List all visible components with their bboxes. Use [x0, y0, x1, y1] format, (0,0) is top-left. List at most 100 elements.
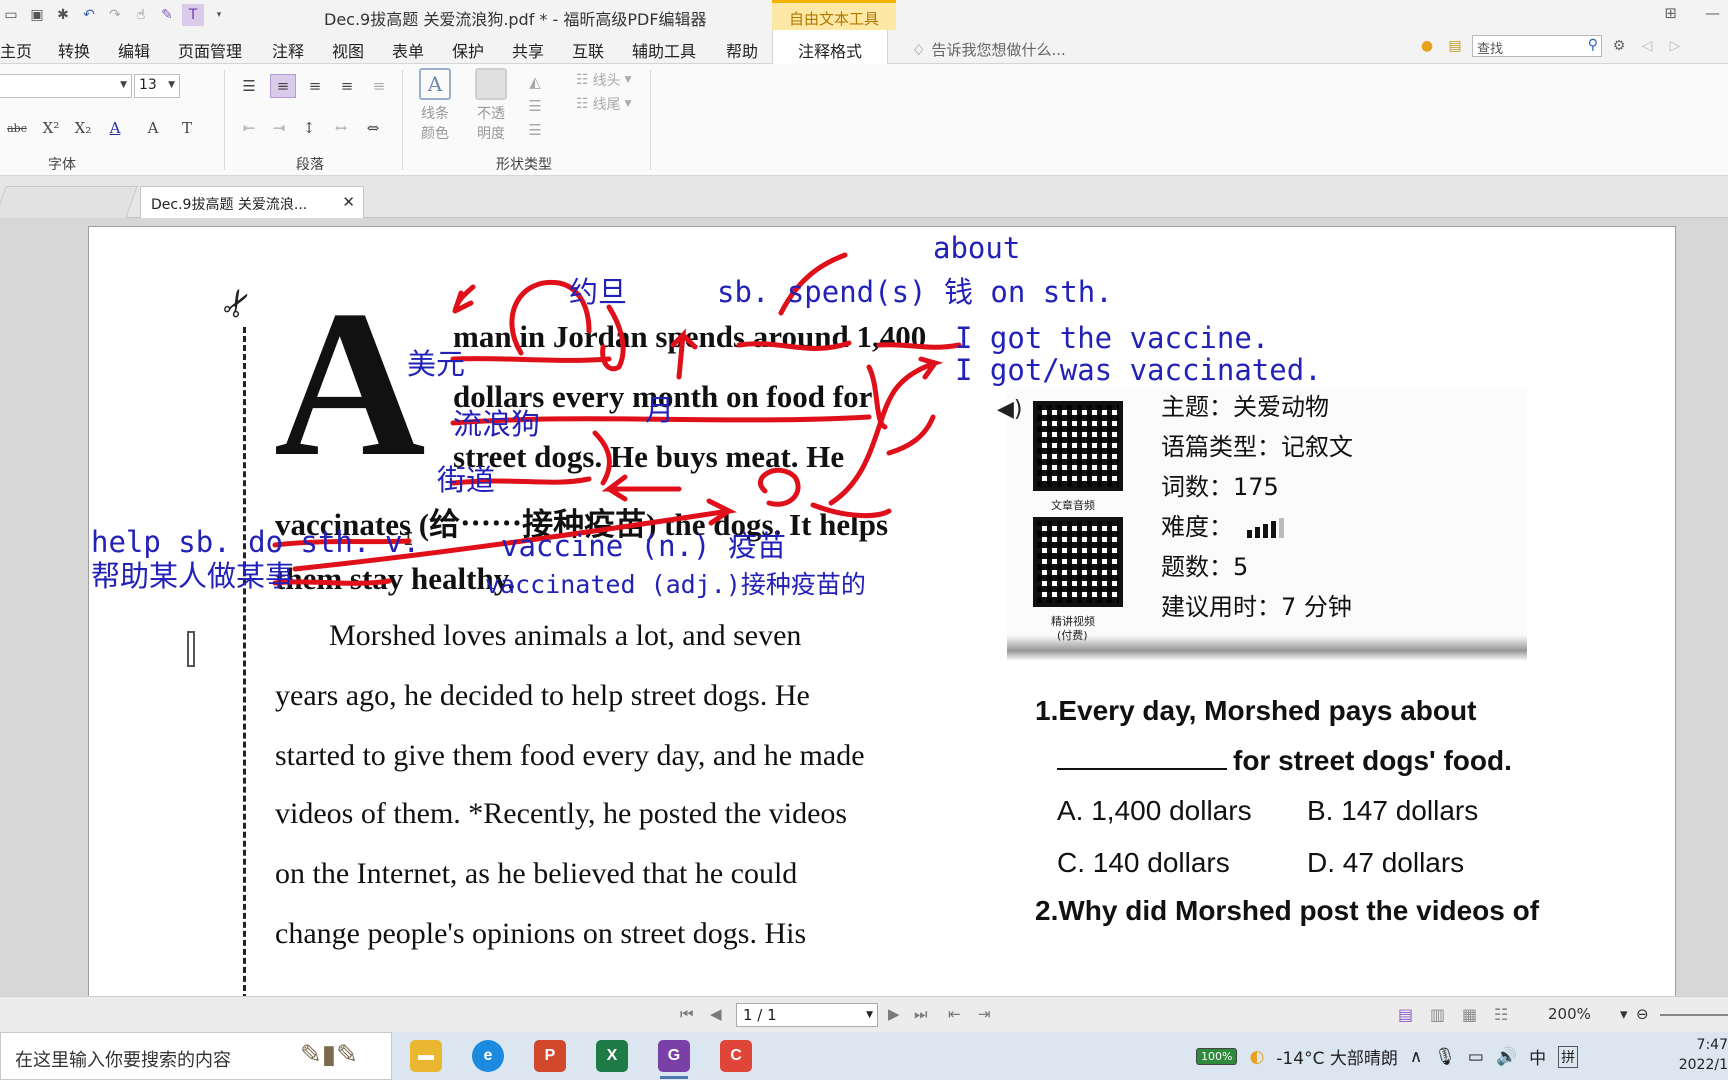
- next-view-icon[interactable]: ⇥: [978, 1005, 991, 1023]
- tab-blank[interactable]: [0, 186, 138, 218]
- strikethrough-icon[interactable]: abc: [4, 116, 30, 140]
- bullet-list-icon[interactable]: ☰: [236, 74, 262, 98]
- annotation-vaccine-noun[interactable]: vaccine (n.) 疫苗: [501, 523, 786, 565]
- annotation-help-meaning[interactable]: 帮助某人做某事: [91, 553, 294, 595]
- clear-format-icon[interactable]: T: [174, 116, 200, 140]
- battery-icon[interactable]: ▭: [1468, 1047, 1484, 1067]
- annotation-spend-pattern[interactable]: sb. spend(s) 钱 on sth.: [717, 269, 1113, 311]
- battery-indicator[interactable]: 100%: [1196, 1048, 1238, 1065]
- annotation-yuedan[interactable]: 约旦: [569, 269, 627, 311]
- forward-icon[interactable]: ▷: [1664, 35, 1686, 57]
- annotation-vaccine-sentence-2[interactable]: I got/was vaccinated.: [955, 353, 1322, 387]
- microphone-icon[interactable]: 🎙: [1434, 1047, 1456, 1067]
- search-input[interactable]: 查找 ⚲: [1472, 35, 1602, 57]
- hand-tool-icon[interactable]: ☝: [130, 4, 152, 26]
- menu-page-management[interactable]: 页面管理: [178, 38, 242, 62]
- zoom-level[interactable]: 200%: [1548, 1005, 1591, 1023]
- annotation-meiyuan[interactable]: 美元: [407, 341, 465, 383]
- new-icon[interactable]: ✱: [52, 4, 74, 26]
- facing-view-icon[interactable]: ▦: [1462, 1005, 1477, 1024]
- align-left-icon[interactable]: ≡: [270, 74, 296, 98]
- page-number-input[interactable]: 1 / 1 ▼: [736, 1003, 878, 1027]
- menu-form[interactable]: 表单: [392, 38, 424, 62]
- annotation-about[interactable]: about: [933, 231, 1020, 265]
- folder-search-icon[interactable]: ▤: [1444, 35, 1466, 57]
- powerpoint-icon[interactable]: P: [534, 1040, 566, 1072]
- volume-icon[interactable]: 🔊: [1496, 1047, 1517, 1067]
- line-style-icon[interactable]: ☰: [522, 118, 548, 142]
- chevron-up-icon[interactable]: ∧: [1410, 1047, 1422, 1067]
- tell-me-box[interactable]: ♢ 告诉我您想做什么...: [912, 39, 1066, 60]
- increase-indent-icon[interactable]: ⇥: [266, 116, 292, 140]
- character-spacing-icon[interactable]: ↔: [328, 116, 354, 140]
- line-end-select[interactable]: ☷ 线尾 ▼: [576, 94, 631, 114]
- annotation-yue[interactable]: 月: [645, 387, 674, 429]
- ime-mode[interactable]: 中: [1529, 1044, 1546, 1069]
- undo-icon[interactable]: ↶: [78, 4, 100, 26]
- font-family-select[interactable]: ▼: [0, 74, 132, 98]
- menu-convert[interactable]: 转换: [58, 38, 90, 62]
- justify-icon[interactable]: ≡: [366, 74, 392, 98]
- annotation-liulanggou[interactable]: 流浪狗: [453, 401, 540, 443]
- pencil-icon[interactable]: ✎: [156, 4, 178, 26]
- close-icon[interactable]: ✕: [342, 193, 355, 211]
- back-icon[interactable]: ◁: [1636, 35, 1658, 57]
- pdf-page[interactable]: ✂ I A man in Jordan spends around 1,400 …: [88, 226, 1676, 996]
- zoom-out-icon[interactable]: ⊖: [1636, 1005, 1649, 1023]
- align-right-icon[interactable]: ≡: [334, 74, 360, 98]
- ribbon-display-icon[interactable]: ⊞: [1664, 4, 1677, 22]
- annotation-vaccinated-adj[interactable]: vaccinated (adj.)接种疫苗的: [485, 565, 866, 601]
- minimize-icon[interactable]: —: [1705, 4, 1720, 22]
- excel-icon[interactable]: X: [596, 1040, 628, 1072]
- customize-qat-icon[interactable]: ▾: [208, 4, 230, 26]
- menu-share[interactable]: 共享: [512, 38, 544, 62]
- menu-home[interactable]: 主页: [0, 38, 32, 62]
- annotation-vaccine-sentence-1[interactable]: I got the vaccine.: [955, 321, 1269, 355]
- text-outline-icon[interactable]: A: [140, 116, 166, 140]
- annotation-jiedao[interactable]: 街道: [437, 457, 495, 499]
- subscript-icon[interactable]: X₂: [70, 116, 96, 140]
- edge-browser-icon[interactable]: e: [472, 1040, 504, 1072]
- document-viewport[interactable]: ✂ I A man in Jordan spends around 1,400 …: [0, 218, 1728, 996]
- menu-comment[interactable]: 注释: [272, 38, 304, 62]
- save-as-icon[interactable]: ▣: [26, 4, 48, 26]
- previous-view-icon[interactable]: ⇤: [948, 1005, 961, 1023]
- first-page-icon[interactable]: ⏮: [680, 1005, 694, 1023]
- fill-color-icon[interactable]: ◭: [522, 70, 548, 94]
- search-icon[interactable]: ⚲: [1588, 37, 1598, 53]
- align-center-icon[interactable]: ≡: [302, 74, 328, 98]
- font-size-select[interactable]: 13 ▼: [134, 74, 180, 98]
- opacity-button[interactable]: 不透 明度: [466, 68, 516, 144]
- menu-protect[interactable]: 保护: [452, 38, 484, 62]
- paragraph-spacing-icon[interactable]: ⇔: [360, 116, 386, 140]
- last-page-icon[interactable]: ⏭: [914, 1005, 928, 1023]
- menu-help[interactable]: 帮助: [726, 38, 758, 62]
- line-width-icon[interactable]: ☰: [522, 94, 548, 118]
- menu-edit[interactable]: 编辑: [118, 38, 150, 62]
- menu-connect[interactable]: 互联: [572, 38, 604, 62]
- zoom-dropdown-icon[interactable]: ▾: [1620, 1005, 1628, 1023]
- favorite-icon[interactable]: ●: [1416, 35, 1438, 57]
- foxit-pdf-icon[interactable]: G: [658, 1040, 690, 1079]
- file-explorer-icon[interactable]: ▬: [410, 1040, 442, 1072]
- line-spacing-icon[interactable]: ↕: [296, 116, 322, 140]
- typewriter-icon[interactable]: T: [182, 4, 204, 26]
- single-page-view-icon[interactable]: ▤: [1398, 1005, 1413, 1024]
- ime-pinyin[interactable]: 拼: [1558, 1045, 1579, 1068]
- print-icon[interactable]: ▭: [0, 4, 22, 26]
- taskbar-clock[interactable]: 7:47 2022/1: [1668, 1035, 1728, 1075]
- settings-gear-icon[interactable]: ⚙: [1608, 35, 1630, 57]
- redo-icon[interactable]: ↷: [104, 4, 126, 26]
- previous-page-icon[interactable]: ◀: [710, 1005, 722, 1023]
- decrease-indent-icon[interactable]: ⇤: [236, 116, 262, 140]
- menu-view[interactable]: 视图: [332, 38, 364, 62]
- next-page-icon[interactable]: ▶: [888, 1005, 900, 1023]
- font-color-icon[interactable]: A: [102, 116, 128, 140]
- annotation-v-mark[interactable]: v.: [385, 525, 420, 559]
- tab-comment-format[interactable]: 注释格式: [772, 30, 889, 65]
- weather-icon[interactable]: ◐: [1249, 1047, 1264, 1067]
- continuous-facing-view-icon[interactable]: ☷: [1494, 1005, 1508, 1024]
- continuous-view-icon[interactable]: ▥: [1430, 1005, 1445, 1024]
- superscript-icon[interactable]: X²: [38, 116, 64, 140]
- line-color-button[interactable]: A 线条 颜色: [410, 68, 460, 144]
